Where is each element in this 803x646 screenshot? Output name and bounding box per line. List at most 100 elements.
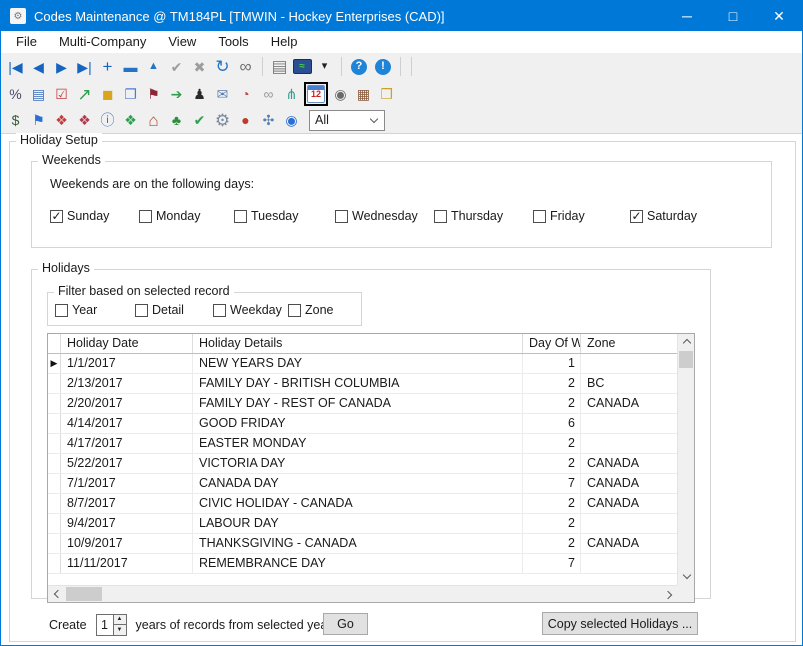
map-pieces-icon[interactable]: ❖ xyxy=(121,110,141,130)
column-header-holiday-date[interactable]: Holiday Date xyxy=(61,334,193,353)
spinner-up-button[interactable]: ▲ xyxy=(114,615,126,625)
column-header-zone[interactable]: Zone xyxy=(581,334,677,353)
checkbox xyxy=(50,210,63,223)
preview-dropdown-icon[interactable]: ▾ xyxy=(315,57,335,77)
checkbox-label: Wednesday xyxy=(352,209,418,223)
gauge-icon[interactable]: ◔ xyxy=(236,84,256,104)
about-icon[interactable]: ! xyxy=(375,59,391,75)
toolbar-separator xyxy=(341,57,342,76)
network-red-icon[interactable]: ❖ xyxy=(52,110,72,130)
filter-checkbox-year[interactable]: Year xyxy=(55,303,97,317)
menu-file[interactable]: File xyxy=(5,31,48,53)
checklist-icon[interactable]: ☑ xyxy=(52,84,72,104)
copy-records-icon[interactable]: ❐ xyxy=(121,84,141,104)
table-row[interactable]: 2/20/2017 FAMILY DAY - REST OF CANADA 2 … xyxy=(48,394,677,414)
minimize-button[interactable]: ─ xyxy=(664,1,710,31)
print-icon[interactable]: ▤ xyxy=(270,57,290,77)
scroll-right-button[interactable] xyxy=(660,586,677,603)
table-row[interactable]: 4/14/2017 GOOD FRIDAY 6 xyxy=(48,414,677,434)
globe-icon[interactable]: ◉ xyxy=(282,110,302,130)
spinner-down-button[interactable]: ▼ xyxy=(114,624,126,635)
palm-tree-icon[interactable]: ♣ xyxy=(167,110,187,130)
percent-icon[interactable]: % xyxy=(6,84,26,104)
filter-checkbox-detail[interactable]: Detail xyxy=(135,303,184,317)
pinwheel-icon[interactable]: ✣ xyxy=(259,110,279,130)
scroll-down-button[interactable] xyxy=(678,568,695,585)
calendar-icon[interactable]: 12 xyxy=(307,85,325,103)
car-icon[interactable]: ● xyxy=(236,110,256,130)
chart-icon[interactable]: ↗ xyxy=(75,84,95,104)
delete-record-icon[interactable]: ▬ xyxy=(121,57,141,77)
calendar-highlight-frame[interactable]: 12 xyxy=(304,82,328,106)
years-value[interactable]: 1 xyxy=(96,614,113,636)
home-icon[interactable]: ⌂ xyxy=(144,110,164,130)
modify-record-icon[interactable]: ▲ xyxy=(144,57,164,77)
checkbox-label: Tuesday xyxy=(251,209,298,223)
table-row[interactable]: ▶ 1/1/2017 NEW YEARS DAY 1 xyxy=(48,354,677,374)
table-row[interactable]: 2/13/2017 FAMILY DAY - BRITISH COLUMBIA … xyxy=(48,374,677,394)
close-button[interactable]: ✕ xyxy=(756,1,802,31)
menu-view[interactable]: View xyxy=(157,31,207,53)
weekend-checkbox-sunday[interactable]: Sunday xyxy=(50,209,109,223)
approve-icon[interactable]: ✔ xyxy=(190,110,210,130)
weekend-checkbox-friday[interactable]: Friday xyxy=(533,209,585,223)
package-icon[interactable]: ◼ xyxy=(98,84,118,104)
table-row[interactable]: 8/7/2017 CIVIC HOLIDAY - CANADA 2 CANADA xyxy=(48,494,677,514)
supplies-icon[interactable]: ❒ xyxy=(377,84,397,104)
column-header-holiday-details[interactable]: Holiday Details xyxy=(193,334,523,353)
scroll-up-button[interactable] xyxy=(678,334,695,351)
scroll-left-button[interactable] xyxy=(48,586,65,603)
horizontal-scroll-thumb[interactable] xyxy=(66,587,102,601)
invoice-icon[interactable]: $ xyxy=(6,110,26,130)
weekend-checkbox-thursday[interactable]: Thursday xyxy=(434,209,503,223)
screen-preview-icon[interactable]: ≈ xyxy=(293,59,312,74)
flag-blue-icon[interactable]: ⚑ xyxy=(29,110,49,130)
years-spinner[interactable]: 1 ▲ ▼ xyxy=(96,614,127,636)
network-red-alt-icon[interactable]: ❖ xyxy=(75,110,95,130)
refresh-icon[interactable]: ↻ xyxy=(213,57,233,77)
filter-dropdown[interactable]: All xyxy=(309,110,385,131)
cash-register-icon[interactable]: ▦ xyxy=(354,84,374,104)
copy-selected-holidays-button[interactable]: Copy selected Holidays ... xyxy=(542,612,698,635)
weekend-checkbox-saturday[interactable]: Saturday xyxy=(630,209,697,223)
maximize-button[interactable]: □ xyxy=(710,1,756,31)
first-record-icon[interactable]: |◀ xyxy=(6,57,26,77)
table-row[interactable]: 4/17/2017 EASTER MONDAY 2 xyxy=(48,434,677,454)
add-record-icon[interactable]: + xyxy=(98,57,118,77)
weekend-checkbox-tuesday[interactable]: Tuesday xyxy=(234,209,298,223)
report-list-icon[interactable]: ▤ xyxy=(29,84,49,104)
previous-record-icon[interactable]: ◀ xyxy=(29,57,49,77)
last-record-icon[interactable]: ▶| xyxy=(75,57,95,77)
cancel-changes-icon[interactable]: ✖ xyxy=(190,57,210,77)
flag-maroon-icon[interactable]: ⚑ xyxy=(144,84,164,104)
vertical-scrollbar[interactable] xyxy=(677,334,694,585)
accept-changes-icon[interactable]: ✔ xyxy=(167,57,187,77)
menu-multi-company[interactable]: Multi-Company xyxy=(48,31,157,53)
weekend-checkbox-wednesday[interactable]: Wednesday xyxy=(335,209,418,223)
column-header-day-of-week[interactable]: Day Of Week xyxy=(523,334,581,353)
settings-gears-icon[interactable]: ⚙ xyxy=(213,110,233,130)
table-row[interactable]: 5/22/2017 VICTORIA DAY 2 CANADA xyxy=(48,454,677,474)
link-icon[interactable]: ∞ xyxy=(259,84,279,104)
table-row[interactable]: 9/4/2017 LABOUR DAY 2 xyxy=(48,514,677,534)
weekend-checkbox-monday[interactable]: Monday xyxy=(139,209,200,223)
help-icon[interactable]: ? xyxy=(351,59,367,75)
horizontal-scrollbar[interactable] xyxy=(48,585,677,602)
agent-icon[interactable]: ♟ xyxy=(190,84,210,104)
table-row[interactable]: 11/11/2017 REMEMBRANCE DAY 7 xyxy=(48,554,677,574)
find-binoculars-icon[interactable]: ∞ xyxy=(236,57,256,77)
menu-help[interactable]: Help xyxy=(260,31,309,53)
table-row[interactable]: 10/9/2017 THANKSGIVING - CANADA 2 CANADA xyxy=(48,534,677,554)
import-icon[interactable]: ➔ xyxy=(167,84,187,104)
go-button[interactable]: Go xyxy=(323,613,368,635)
filter-checkbox-weekday[interactable]: Weekday xyxy=(213,303,282,317)
table-row[interactable]: 7/1/2017 CANADA DAY 7 CANADA xyxy=(48,474,677,494)
org-chart-icon[interactable]: ⋔ xyxy=(282,84,302,104)
mail-icon[interactable]: ✉ xyxy=(213,84,233,104)
camera-icon[interactable]: ◉ xyxy=(331,84,351,104)
menu-tools[interactable]: Tools xyxy=(207,31,259,53)
filter-checkbox-zone[interactable]: Zone xyxy=(288,303,334,317)
info-document-icon[interactable]: ⓘ xyxy=(98,110,118,130)
next-record-icon[interactable]: ▶ xyxy=(52,57,72,77)
vertical-scroll-thumb[interactable] xyxy=(679,351,693,368)
